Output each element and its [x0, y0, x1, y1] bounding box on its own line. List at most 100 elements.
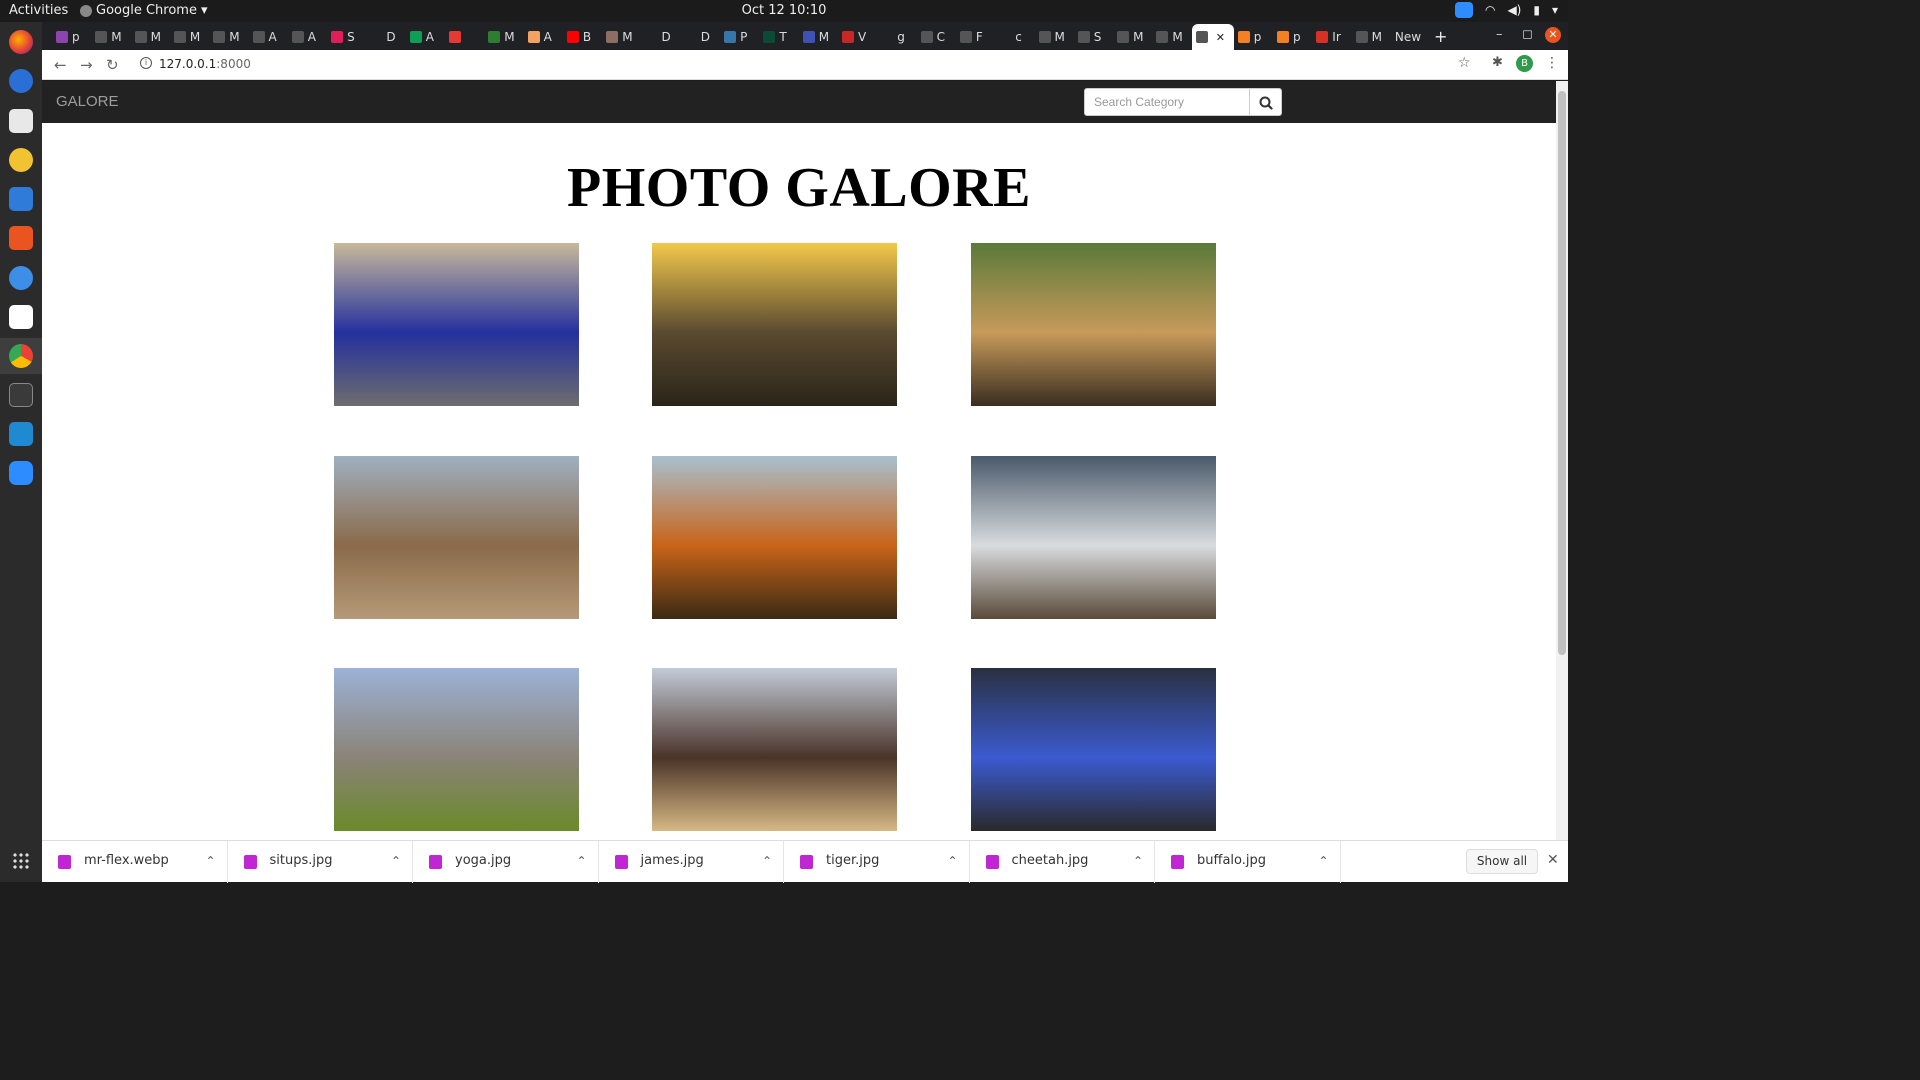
photo-lion[interactable]: [652, 456, 897, 619]
chrome-dock-icon[interactable]: [9, 344, 33, 368]
download-options-chevron-icon[interactable]: ⌃: [1319, 854, 1329, 868]
tab-label: V: [858, 30, 867, 44]
browser-tab[interactable]: A: [288, 26, 327, 48]
bookmark-star-icon[interactable]: ☆: [1458, 55, 1471, 71]
browser-tab[interactable]: D: [366, 26, 405, 48]
browser-tab[interactable]: M: [1113, 26, 1152, 48]
restore-icon[interactable]: ◻: [1522, 27, 1533, 42]
browser-tab[interactable]: M: [799, 26, 838, 48]
tab-active[interactable]: ✕: [1191, 24, 1234, 50]
browser-tab[interactable]: F: [956, 26, 995, 48]
browser-tab[interactable]: p: [1234, 26, 1273, 48]
forward-icon[interactable]: →: [80, 56, 93, 74]
browser-tab[interactable]: Ir: [1312, 26, 1351, 48]
extensions-icon[interactable]: ✱: [1492, 55, 1503, 70]
download-item[interactable]: james.jpg ⌃: [599, 841, 784, 883]
browser-tab[interactable]: M: [131, 26, 170, 48]
site-info-icon[interactable]: i: [140, 57, 152, 69]
profile-avatar[interactable]: B: [1516, 55, 1533, 72]
download-item[interactable]: yoga.jpg ⌃: [413, 841, 599, 883]
writer-icon[interactable]: [9, 187, 33, 211]
download-options-chevron-icon[interactable]: ⌃: [762, 854, 772, 868]
browser-tab[interactable]: M: [484, 26, 523, 48]
files-icon[interactable]: [9, 109, 33, 133]
close-tab-icon[interactable]: ✕: [1216, 31, 1225, 44]
browser-tab[interactable]: S: [1074, 26, 1113, 48]
browser-tab[interactable]: c: [995, 26, 1034, 48]
firefox-icon[interactable]: [9, 30, 33, 54]
terminal-icon[interactable]: [9, 383, 33, 407]
download-options-chevron-icon[interactable]: ⌃: [1133, 854, 1143, 868]
software-center-icon[interactable]: [9, 226, 33, 250]
browser-tab[interactable]: M: [1152, 26, 1191, 48]
zoom-icon[interactable]: [9, 461, 33, 485]
scrollbar-thumb[interactable]: [1558, 91, 1566, 655]
photo-leopard-tree[interactable]: [971, 243, 1216, 406]
photo-buffalo[interactable]: [652, 668, 897, 831]
browser-menu-icon[interactable]: ⋮: [1545, 55, 1559, 71]
close-downloads-icon[interactable]: ✕: [1547, 852, 1559, 868]
browser-tab[interactable]: M: [91, 26, 130, 48]
zoom-tray-icon[interactable]: [1454, 2, 1473, 18]
search-category-input[interactable]: [1084, 88, 1250, 116]
browser-tab[interactable]: M: [602, 26, 641, 48]
browser-tab[interactable]: [445, 26, 484, 48]
browser-tab[interactable]: D: [681, 26, 720, 48]
minimize-icon[interactable]: –: [1496, 27, 1503, 42]
photo-rhino[interactable]: [334, 668, 579, 831]
browser-tab[interactable]: P: [720, 26, 759, 48]
close-window-icon[interactable]: ✕: [1545, 27, 1561, 43]
browser-tab[interactable]: M: [170, 26, 209, 48]
browser-tab[interactable]: g: [877, 26, 916, 48]
search-button[interactable]: [1249, 88, 1282, 116]
page-scrollbar[interactable]: [1556, 81, 1568, 840]
browser-tab[interactable]: M: [1035, 26, 1074, 48]
browser-tab[interactable]: A: [406, 26, 445, 48]
browser-tab[interactable]: A: [249, 26, 288, 48]
download-options-chevron-icon[interactable]: ⌃: [948, 854, 958, 868]
photo-elephant-herd[interactable]: [334, 456, 579, 619]
clock[interactable]: Oct 12 10:10: [0, 3, 1568, 18]
chrome-icon: [80, 4, 92, 17]
browser-tab[interactable]: p: [52, 26, 91, 48]
new-tab-button[interactable]: +: [1434, 27, 1447, 46]
url-text[interactable]: 127.0.0.1:8000: [159, 57, 251, 71]
show-applications-icon[interactable]: [12, 852, 30, 870]
amazon-icon[interactable]: [9, 305, 33, 329]
system-tray[interactable]: ◠ ◀) ▮ ▾: [1454, 2, 1558, 18]
browser-tab[interactable]: p: [1273, 26, 1312, 48]
reload-icon[interactable]: ↻: [106, 56, 119, 74]
browser-tab[interactable]: New: [1391, 26, 1430, 48]
address-bar[interactable]: [130, 53, 1480, 77]
download-item[interactable]: mr-flex.webp ⌃: [42, 841, 228, 883]
download-options-chevron-icon[interactable]: ⌃: [391, 854, 401, 868]
browser-tab[interactable]: B: [563, 26, 602, 48]
browser-tab[interactable]: V: [838, 26, 877, 48]
photo-white-suv[interactable]: [971, 456, 1216, 619]
app-menu[interactable]: Google Chrome ▾: [80, 3, 208, 18]
browser-tab[interactable]: C: [917, 26, 956, 48]
thunderbird-icon[interactable]: [9, 69, 33, 93]
browser-tab[interactable]: S: [327, 26, 366, 48]
photo-african-animals[interactable]: [652, 243, 897, 406]
rhythmbox-icon[interactable]: [9, 148, 33, 172]
download-item[interactable]: cheetah.jpg ⌃: [970, 841, 1155, 883]
download-item[interactable]: buffalo.jpg ⌃: [1155, 841, 1341, 883]
download-item[interactable]: tiger.jpg ⌃: [784, 841, 970, 883]
show-all-downloads-button[interactable]: Show all: [1466, 849, 1538, 874]
browser-tab[interactable]: T: [759, 26, 798, 48]
browser-tab[interactable]: M: [209, 26, 248, 48]
site-brand[interactable]: GALORE: [56, 93, 119, 110]
download-options-chevron-icon[interactable]: ⌃: [206, 854, 216, 868]
browser-tab[interactable]: D: [642, 26, 681, 48]
browser-tab[interactable]: A: [524, 26, 563, 48]
photo-blue-suv[interactable]: [334, 243, 579, 406]
download-item[interactable]: situps.jpg ⌃: [228, 841, 413, 883]
browser-tab[interactable]: M: [1352, 26, 1391, 48]
back-icon[interactable]: ←: [54, 56, 67, 74]
help-icon[interactable]: [9, 266, 33, 290]
activities-button[interactable]: Activities: [9, 3, 68, 18]
photo-situps[interactable]: [971, 668, 1216, 831]
vscode-icon[interactable]: [9, 422, 33, 446]
download-options-chevron-icon[interactable]: ⌃: [577, 854, 587, 868]
